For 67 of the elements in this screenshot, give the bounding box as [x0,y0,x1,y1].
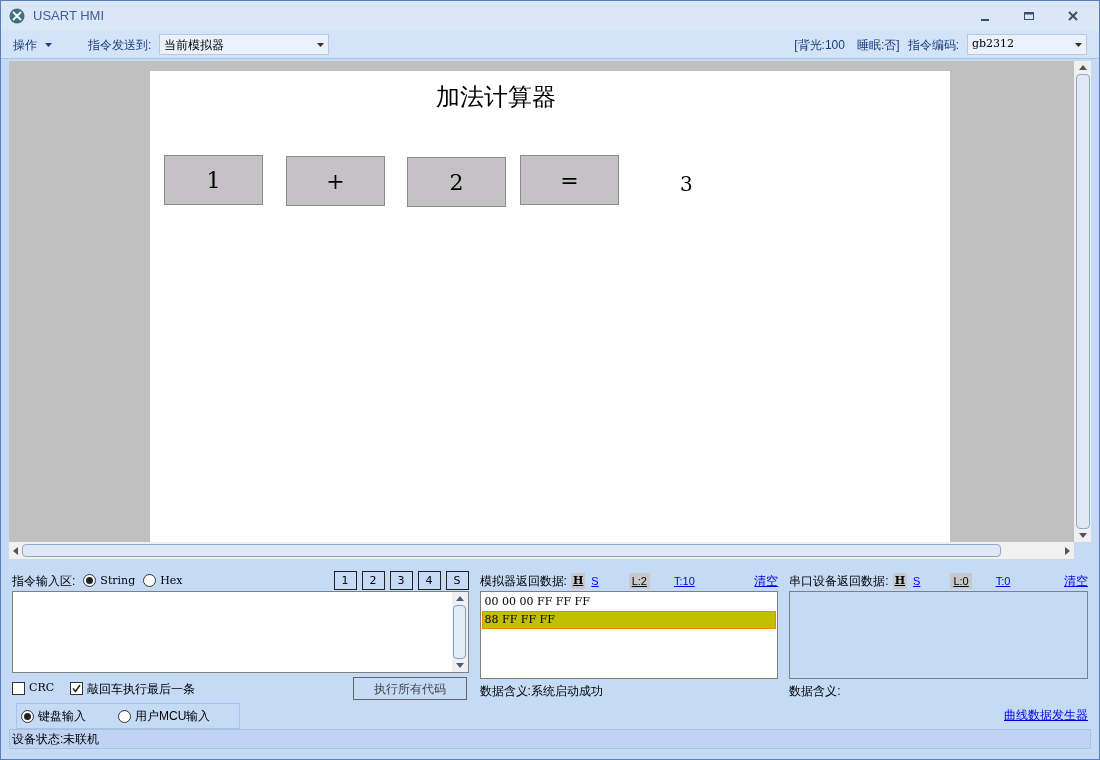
scroll-left-icon[interactable] [13,546,18,555]
radio-button[interactable] [143,574,157,588]
radio-button[interactable] [21,709,34,723]
length-counter[interactable]: L:0 [950,572,972,590]
horizontal-scrollbar[interactable] [9,542,1074,559]
format-toggle[interactable]: H [892,572,908,590]
encoding-label: 指令编码: [907,36,959,54]
format-toggle[interactable]: S [911,572,923,590]
radio-label: 键盘输入 [38,708,86,726]
encoding-dropdown[interactable]: gb2312 [967,34,1087,55]
time-link[interactable]: T:0 [995,572,1011,590]
device-status: 设备状态:未联机 [12,731,100,748]
panel-label: 串口设备返回数据: [789,573,889,590]
data-row[interactable]: 88 FF FF FF [481,611,777,629]
slot-button[interactable]: 1 [333,571,357,591]
caret-icon [45,42,52,47]
canvas-button[interactable]: 2 [407,157,506,207]
window-title: USART HMI [33,7,105,26]
slot-button[interactable]: 2 [361,571,385,591]
radio-button[interactable] [118,709,131,723]
maximize-icon[interactable] [1023,10,1035,22]
run-all-button[interactable]: 执行所有代码 [352,677,467,701]
checkbox[interactable] [70,682,84,696]
menu-button[interactable]: 操作 [13,35,52,54]
slot-button[interactable]: S [445,571,469,591]
length-counter[interactable]: L:2 [628,572,650,590]
format-toggle[interactable]: H [570,572,586,590]
checkbox[interactable] [12,682,25,696]
canvas-button[interactable]: + [286,156,385,206]
canvas-title: 加法计算器 [436,82,556,113]
backlight-status: [背光:100 [794,36,845,54]
radio-button[interactable] [83,574,97,588]
clear-link[interactable]: 清空 [754,572,779,590]
sleep-status: 睡眠:否] [857,36,900,54]
canvas-button[interactable]: = [520,155,619,205]
close-icon[interactable] [1067,10,1079,22]
slot-button[interactable]: 3 [389,571,413,591]
radio-label: String [100,572,136,589]
scroll-right-icon[interactable] [1065,546,1070,555]
send-to-dropdown[interactable]: 当前模拟器 [159,34,330,55]
panel-label: 模拟器返回数据: [479,573,567,590]
data-meaning: 数据含义:系统启动成功 [479,683,604,700]
curve-generator-link[interactable]: 曲线数据发生器 [1004,706,1088,724]
data-row[interactable]: 00 00 00 FF FF FF [481,593,777,611]
format-toggle[interactable]: S [589,572,601,590]
data-meaning: 数据含义: [789,683,842,700]
radio-label: Hex [160,572,183,589]
slot-button[interactable]: 4 [417,571,441,591]
radio-label: 用户MCU输入 [135,708,211,726]
scroll-down-icon[interactable] [1078,533,1087,538]
scroll-up-icon[interactable] [455,595,464,601]
checkbox-label: 敲回车执行最后一条 [87,680,196,698]
clear-link[interactable]: 清空 [1064,572,1088,590]
send-to-label: 指令发送到: [88,36,152,54]
scroll-down-icon[interactable] [455,662,464,668]
app-logo-icon [9,8,25,24]
command-input-field[interactable] [12,590,469,673]
scroll-up-icon[interactable] [1078,65,1087,70]
scroll-thumb[interactable] [453,604,467,659]
time-link[interactable]: T:10 [673,572,695,590]
command-input-label: 指令输入区: [12,572,76,590]
caret-icon [1075,42,1082,47]
canvas-text: 3 [680,171,693,198]
checkbox-label: CRC [29,680,55,697]
caret-icon [317,42,325,47]
vertical-scrollbar[interactable] [1074,61,1091,542]
canvas-button[interactable]: 1 [164,155,263,205]
